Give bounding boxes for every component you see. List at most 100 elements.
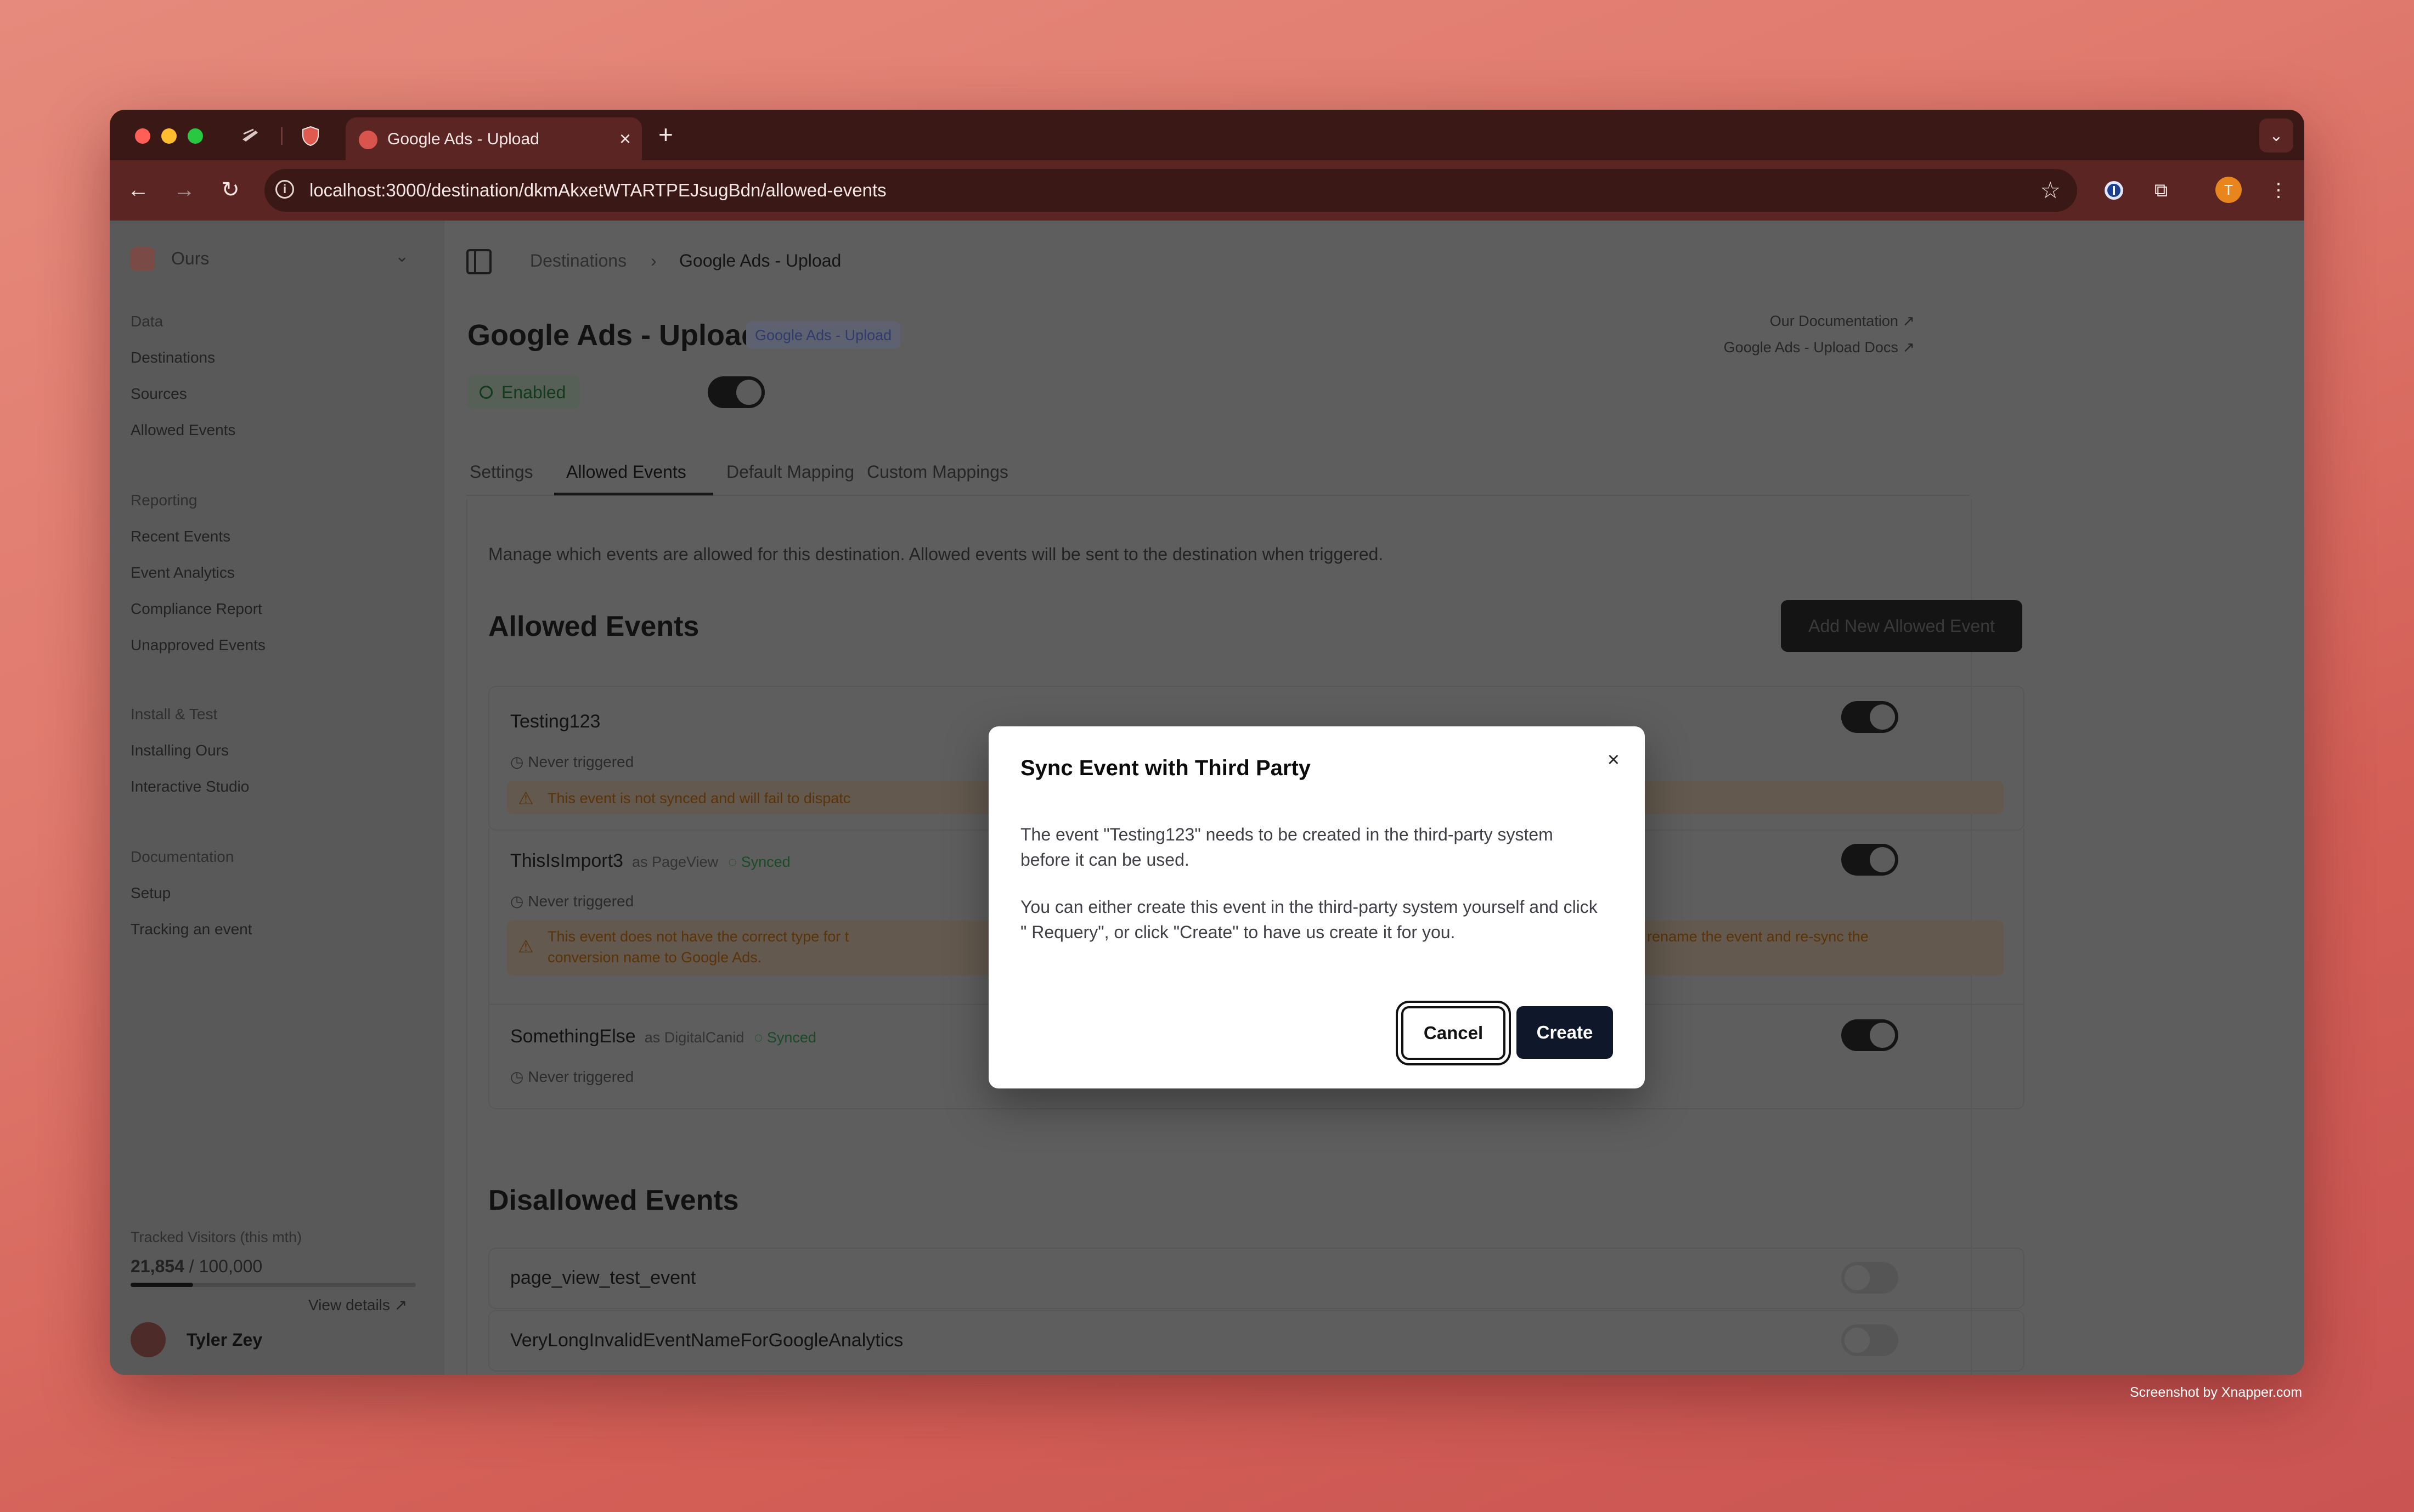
tab-strip: Google Ads - Upload × + ⌄ (110, 110, 2304, 160)
cancel-button[interactable]: Cancel (1401, 1006, 1505, 1060)
workspace-name[interactable]: Ours (171, 249, 209, 269)
event-name: Testing123 (510, 711, 601, 732)
event-warning-text-right: ease rename the event and re-sync the (1611, 928, 1869, 945)
bookmark-star-icon[interactable]: ☆ (2040, 177, 2061, 204)
event-alias: as PageView (631, 854, 719, 870)
pinned-tab-icon[interactable] (239, 125, 261, 147)
back-arrow-icon[interactable]: ← (124, 176, 153, 204)
google-ads-docs-label: Google Ads - Upload Docs (1723, 339, 1898, 356)
allowed-events-description: Manage which events are allowed for this… (488, 544, 1384, 564)
sidebar-section-install-test: Install & Test (131, 706, 218, 723)
shield-tab-icon[interactable] (300, 125, 322, 147)
site-info-icon[interactable]: i (275, 180, 294, 199)
tab-allowed-events[interactable]: Allowed Events (566, 462, 686, 482)
external-link-icon: ↗ (1902, 339, 1915, 356)
reload-icon[interactable]: ↻ (216, 176, 245, 204)
event-toggle[interactable] (1841, 1019, 1898, 1051)
event-trigger-status-label: Never triggered (528, 753, 634, 770)
tab-title: Google Ads - Upload (387, 130, 539, 148)
profile-avatar[interactable]: T (2215, 177, 2242, 203)
add-allowed-event-button[interactable]: Add New Allowed Event (1781, 600, 2022, 652)
destination-enabled-toggle[interactable] (708, 376, 765, 408)
toggle-knob (1845, 1265, 1870, 1290)
sidebar-item-event-analytics[interactable]: Event Analytics (131, 564, 235, 582)
warning-triangle-icon: ⚠ (518, 788, 534, 808)
sidebar-item-setup[interactable]: Setup (131, 884, 171, 902)
disallowed-event-name: VeryLongInvalidEventNameForGoogleAnalyti… (510, 1330, 904, 1351)
check-circle-icon: ◌ (728, 854, 737, 870)
usage-progress-fill (131, 1283, 193, 1287)
google-ads-docs-link[interactable]: Google Ads - Upload Docs ↗ (1724, 339, 1915, 356)
url-text[interactable]: localhost:3000/destination/dkmAkxetWTART… (309, 180, 887, 201)
event-toggle[interactable] (1841, 1324, 1898, 1356)
tab-close-icon[interactable]: × (619, 127, 631, 150)
breadcrumb-destinations[interactable]: Destinations (530, 251, 627, 271)
browser-window: Google Ads - Upload × + ⌄ ← → ↻ i localh… (110, 110, 2304, 1375)
active-tab-indicator (554, 493, 713, 495)
chevron-down-icon[interactable]: ⌄ (395, 247, 409, 266)
destination-type-badge: Google Ads - Upload (746, 321, 901, 349)
sidebar-item-recent-events[interactable]: Recent Events (131, 528, 230, 545)
clock-icon: ◷ (510, 1068, 524, 1085)
create-button[interactable]: Create (1516, 1006, 1613, 1059)
sync-event-dialog: Sync Event with Third Party × The event … (989, 726, 1645, 1088)
usage-label: Tracked Visitors (this mth) (131, 1229, 302, 1245)
minimize-window-button[interactable] (161, 128, 177, 144)
tab-settings[interactable]: Settings (470, 462, 533, 482)
toggle-knob (1870, 847, 1895, 872)
address-bar[interactable]: i localhost:3000/destination/dkmAkxetWTA… (264, 169, 2077, 212)
toggle-knob (736, 380, 762, 405)
tab-search-chevron-icon[interactable]: ⌄ (2259, 119, 2293, 153)
status-badge: Enabled (467, 375, 580, 409)
extensions-puzzle-icon[interactable]: ⧉ (2148, 178, 2174, 203)
sidebar-item-unapproved-events[interactable]: Unapproved Events (131, 636, 266, 654)
sidebar-item-sources[interactable]: Sources (131, 385, 187, 403)
sidebar-item-compliance-report[interactable]: Compliance Report (131, 600, 262, 618)
our-documentation-link[interactable]: Our Documentation ↗ (1770, 313, 1915, 330)
event-name: SomethingElse (510, 1026, 636, 1047)
page-title: Google Ads - Upload (467, 319, 759, 352)
view-details-link[interactable]: View details ↗ (308, 1296, 407, 1314)
event-trigger-status-label: Never triggered (528, 1068, 634, 1085)
event-trigger-status: ◷ Never triggered (510, 892, 634, 910)
close-icon[interactable]: × (1608, 748, 1620, 772)
usage-count: 21,854 (131, 1256, 184, 1276)
sidebar: Ours ⌄ Data Destinations Sources Allowed… (110, 221, 444, 1375)
synced-badge: ◌ Synced (728, 854, 791, 870)
watermark: Screenshot by Xnapper.com (2130, 1385, 2303, 1400)
dialog-title: Sync Event with Third Party (1020, 756, 1311, 780)
view-details-label: View details (308, 1296, 390, 1313)
sidebar-item-destinations[interactable]: Destinations (131, 349, 215, 366)
check-circle-icon (480, 386, 493, 399)
tab-google-ads-upload[interactable]: Google Ads - Upload × (346, 117, 642, 160)
event-toggle[interactable] (1841, 701, 1898, 733)
avatar[interactable] (131, 1322, 166, 1357)
sidebar-item-interactive-studio[interactable]: Interactive Studio (131, 778, 249, 796)
browser-menu-icon[interactable]: ⋮ (2266, 178, 2291, 203)
external-link-icon: ↗ (394, 1296, 408, 1313)
maximize-window-button[interactable] (188, 128, 203, 144)
sidebar-item-tracking-an-event[interactable]: Tracking an event (131, 921, 252, 938)
close-window-button[interactable] (135, 128, 150, 144)
user-name[interactable]: Tyler Zey (187, 1330, 262, 1350)
toggle-sidebar-icon[interactable] (466, 249, 492, 274)
tab-custom-mappings[interactable]: Custom Mappings (867, 462, 1008, 482)
disallowed-events-heading: Disallowed Events (488, 1184, 739, 1216)
clock-icon: ◷ (510, 753, 524, 770)
password-manager-extension-icon[interactable] (2101, 178, 2127, 203)
warning-triangle-icon: ⚠ (518, 936, 534, 956)
new-tab-icon[interactable]: + (658, 120, 673, 149)
table-row: VeryLongInvalidEventNameForGoogleAnalyti… (488, 1310, 2024, 1372)
sidebar-section-documentation: Documentation (131, 848, 234, 865)
allowed-events-heading: Allowed Events (488, 611, 700, 642)
event-toggle[interactable] (1841, 844, 1898, 876)
tab-separator (281, 127, 283, 145)
sidebar-item-installing-ours[interactable]: Installing Ours (131, 742, 229, 759)
forward-arrow-icon[interactable]: → (170, 176, 199, 204)
sidebar-item-allowed-events[interactable]: Allowed Events (131, 421, 235, 439)
table-row: page_view_test_event (488, 1248, 2024, 1309)
status-badge-label: Enabled (501, 382, 566, 402)
sidebar-section-data: Data (131, 313, 163, 330)
event-toggle[interactable] (1841, 1262, 1898, 1294)
tab-default-mapping[interactable]: Default Mapping (726, 462, 854, 482)
